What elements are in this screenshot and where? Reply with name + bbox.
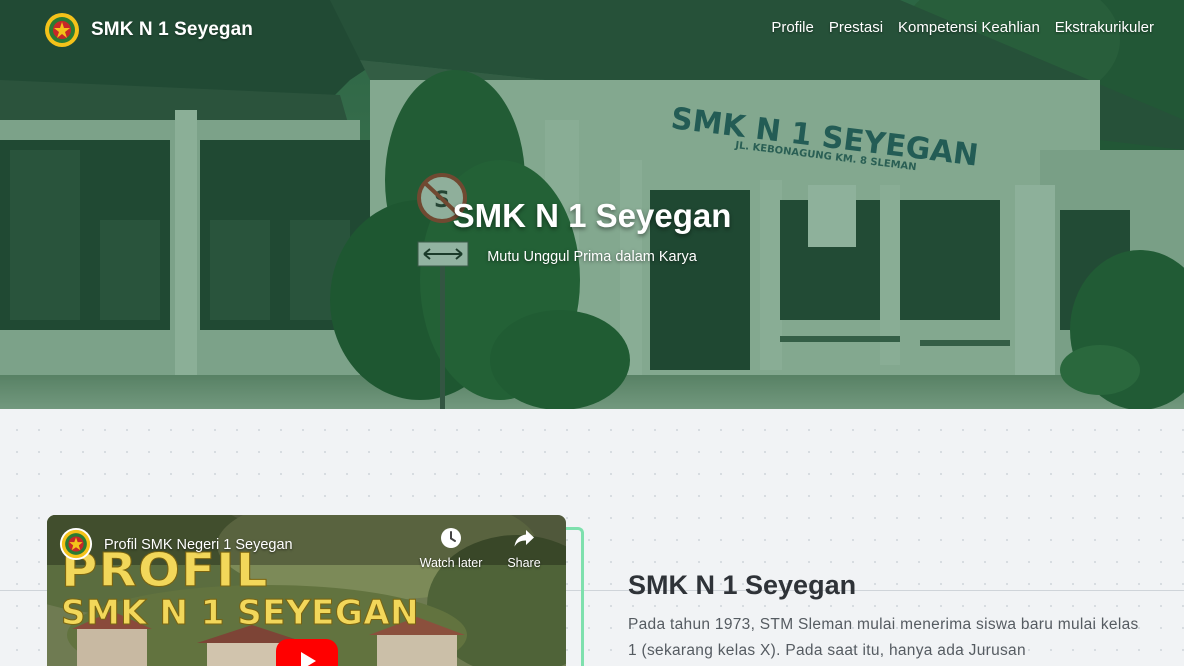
about-paragraph: Pada tahun 1973, STM Sleman mulai meneri… (628, 616, 1139, 659)
about-title: SMK N 1 Seyegan (628, 570, 857, 600)
nav-link-kompetensi-keahlian[interactable]: Kompetensi Keahlian (898, 19, 1040, 36)
nav-link-prestasi[interactable]: Prestasi (829, 19, 883, 36)
hero-subtitle: Mutu Unggul Prima dalam Karya (487, 249, 697, 265)
watch-later-button[interactable]: Watch later (419, 527, 483, 572)
brand-link[interactable]: SMK N 1 Seyegan (44, 11, 253, 49)
hero-title: SMK N 1 Seyegan (452, 197, 732, 234)
top-navbar: SMK N 1 Seyegan Profile Prestasi Kompete… (0, 0, 1184, 60)
brand-name: SMK N 1 Seyegan (91, 19, 253, 40)
channel-avatar-icon[interactable] (59, 527, 93, 561)
youtube-video-embed[interactable]: PROFIL SMK N 1 SEYEGAN Profil SMK Negeri… (47, 515, 566, 666)
share-label: Share (507, 556, 541, 570)
youtube-play-icon[interactable] (276, 639, 338, 666)
video-frame-accent (566, 527, 584, 666)
thumbnail-title-line2: SMK N 1 SEYEGAN (60, 593, 420, 634)
school-emblem-icon (45, 13, 79, 47)
video-title[interactable]: Profil SMK Negeri 1 Seyegan (104, 537, 293, 553)
watch-later-label: Watch later (419, 556, 483, 570)
nav-menu: Profile Prestasi Kompetensi Keahlian Eks… (771, 19, 1154, 36)
share-button[interactable]: Share (492, 527, 556, 572)
nav-link-ekstrakurikuler[interactable]: Ekstrakurikuler (1055, 19, 1154, 36)
clock-icon (441, 528, 461, 548)
nav-link-profile[interactable]: Profile (771, 19, 814, 36)
hero-section: SMK N 1 SEYEGAN JL. KEBONAGUNG KM. 8 SLE… (0, 0, 1184, 409)
share-arrow-icon (514, 530, 534, 547)
